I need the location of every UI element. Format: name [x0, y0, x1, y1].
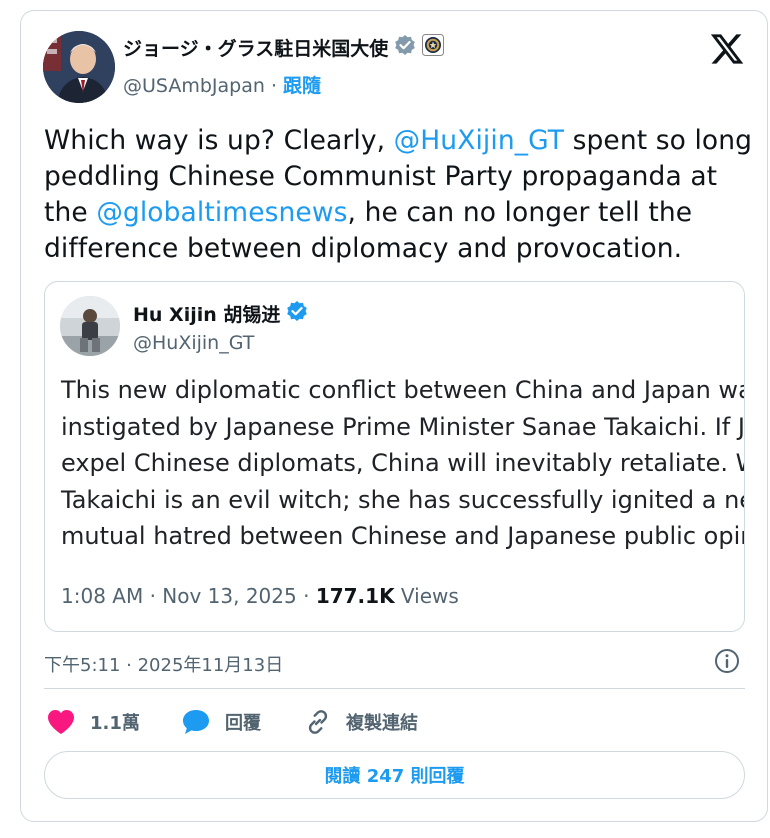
post-text: Which way is up? Clearly, @HuXijin_GT sp…: [44, 123, 756, 267]
mention-link-globaltimes[interactable]: @globaltimesnews: [96, 197, 347, 228]
copy-link-button[interactable]: 複製連結: [304, 708, 418, 736]
quoted-text-line: instigated by Japanese Prime Minister Sa…: [61, 412, 745, 441]
follow-button[interactable]: 跟隨: [283, 75, 321, 97]
verified-gray-icon: [394, 34, 416, 61]
author-handle[interactable]: @USAmbJapan: [123, 75, 265, 97]
quoted-author-name-row: Hu Xijin 胡锡进: [133, 300, 308, 327]
quoted-text-line: expel Chinese diplomats, China will inev…: [61, 449, 745, 477]
link-icon: [308, 710, 328, 734]
author-name-row: ジョージ・グラス駐日米国大使: [123, 34, 445, 61]
quoted-post-views-count: 177.1K: [315, 584, 395, 608]
x-logo-icon[interactable]: [709, 31, 745, 67]
quoted-post-views-label: Views: [394, 584, 459, 608]
quoted-post-time: 1:08 AM · Nov 13, 2025 ·: [61, 584, 316, 608]
quoted-author-handle[interactable]: @HuXijin_GT: [133, 332, 254, 354]
reply-label: 回覆: [225, 713, 261, 734]
quoted-text-line: mutual hatred between Chinese and Japane…: [61, 522, 745, 550]
quoted-text-line: This new diplomatic conflict between Chi…: [61, 376, 745, 404]
author-handle-row: @USAmbJapan · 跟隨: [123, 71, 321, 98]
copy-link-label: 複製連結: [346, 713, 418, 734]
read-replies-label: 閱讀 247 則回覆: [324, 766, 465, 787]
handle-separator: ·: [270, 75, 277, 97]
quoted-post-meta: 1:08 AM · Nov 13, 2025 · 177.1K Views: [61, 584, 459, 608]
post-text-part-1: Which way is up? Clearly,: [44, 125, 394, 156]
divider: [44, 688, 745, 689]
heart-icon: [48, 710, 74, 734]
like-button[interactable]: 1.1萬: [46, 708, 140, 736]
embedded-post-card: ジョージ・グラス駐日米国大使 @USAmbJapan · 跟隨 Which wa…: [20, 10, 768, 822]
verified-blue-icon: [286, 300, 308, 327]
read-replies-button[interactable]: 閱讀 247 則回覆: [44, 751, 745, 799]
author-avatar[interactable]: [43, 31, 115, 103]
post-timestamp[interactable]: 下午5:11 · 2025年11月13日: [44, 651, 283, 677]
reply-button[interactable]: 回覆: [181, 708, 261, 736]
quoted-post-text: This new diplomatic conflict between Chi…: [61, 372, 745, 555]
like-count: 1.1萬: [90, 713, 140, 734]
reply-bubble-icon: [183, 710, 209, 734]
quoted-post[interactable]: Hu Xijin 胡锡进 @HuXijin_GT This new diplom…: [44, 281, 745, 632]
government-seal-icon: [422, 34, 445, 61]
quoted-author-avatar[interactable]: [60, 296, 120, 356]
quoted-text-line: Takaichi is an evil witch; she has succe…: [61, 485, 745, 514]
author-display-name[interactable]: ジョージ・グラス駐日米国大使: [123, 34, 388, 61]
mention-link-huxijin[interactable]: @HuXijin_GT: [394, 125, 564, 156]
quoted-author-display-name[interactable]: Hu Xijin 胡锡进: [133, 300, 280, 327]
info-icon[interactable]: [713, 647, 741, 675]
